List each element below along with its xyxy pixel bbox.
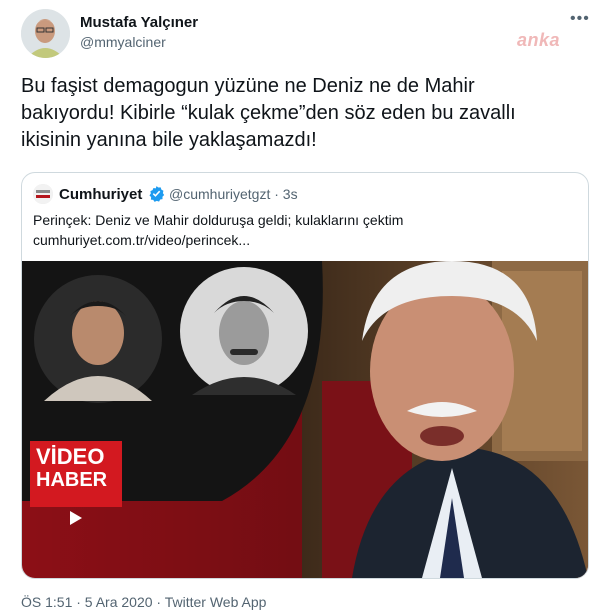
- video-badge: VİDEO HABER: [30, 441, 122, 507]
- quoted-handle[interactable]: @cumhuriyetgzt · 3s: [169, 186, 298, 202]
- quoted-name[interactable]: Cumhuriyet: [59, 186, 142, 203]
- watermark-logo: anka: [517, 30, 561, 50]
- quoted-headline: Perinçek: Deniz ve Mahir dolduruşa geldi…: [33, 212, 404, 228]
- quoted-media[interactable]: VİDEO HABER: [22, 261, 588, 578]
- more-options-icon[interactable]: •••: [570, 10, 590, 28]
- tweet-line: Bu faşist demagogun yüzüne ne Deniz ne d…: [21, 75, 475, 97]
- media-image: [22, 261, 588, 578]
- author-avatar[interactable]: [21, 9, 70, 58]
- video-badge-line2: HABER: [36, 469, 108, 491]
- tweet-line: ikisinin yanına bile yaklaşamazdı!: [21, 129, 317, 151]
- verified-icon: [149, 186, 165, 202]
- quoted-avatar[interactable]: [33, 184, 53, 204]
- tweet-line: bakıyordu! Kibirle “kulak çekme”den söz …: [21, 102, 516, 124]
- video-badge-line1: VİDEO: [36, 444, 105, 469]
- quoted-text: Perinçek: Deniz ve Mahir dolduruşa geldi…: [33, 210, 573, 250]
- author-name[interactable]: Mustafa Yalçıner: [80, 14, 198, 31]
- tweet-timestamp[interactable]: ÖS 1:51 · 5 Ara 2020 · Twitter Web App: [21, 594, 266, 610]
- quoted-tweet[interactable]: Cumhuriyet @cumhuriyetgzt · 3s Perinçek:…: [21, 172, 589, 579]
- author-handle[interactable]: @mmyalciner: [80, 34, 166, 50]
- quoted-link[interactable]: cumhuriyet.com.tr/video/perincek...: [33, 230, 573, 250]
- tweet-text: Bu faşist demagogun yüzüne ne Deniz ne d…: [21, 73, 591, 154]
- play-icon[interactable]: [70, 511, 82, 525]
